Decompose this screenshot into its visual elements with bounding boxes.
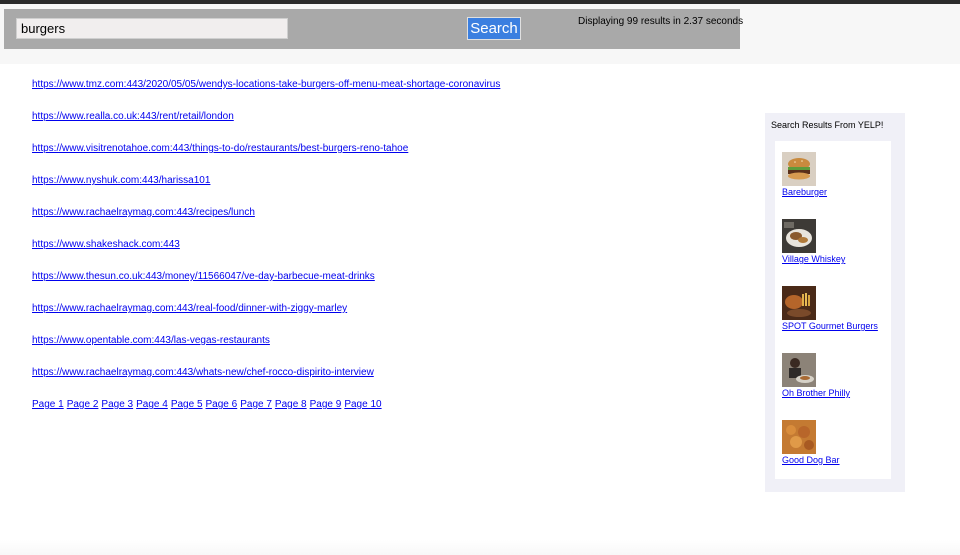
page-link-1[interactable]: Page 1 [32, 399, 64, 410]
yelp-item-link[interactable]: Good Dog Bar [782, 455, 840, 465]
yelp-item: Bareburger [782, 152, 827, 197]
fried-food-photo-icon[interactable] [782, 420, 816, 454]
result-link[interactable]: https://www.rachaelraymag.com:443/whats-… [32, 367, 374, 378]
page-link-4[interactable]: Page 4 [136, 399, 168, 410]
result-link[interactable]: https://www.opentable.com:443/las-vegas-… [32, 335, 270, 346]
result-item: https://www.rachaelraymag.com:443/recipe… [32, 202, 500, 234]
yelp-item-link[interactable]: Bareburger [782, 187, 827, 197]
pagination: Page 1 Page 2 Page 3 Page 4 Page 5 Page 6 Page… [32, 399, 385, 410]
results-info-text: Displaying 99 results in 2.37 seconds [578, 16, 744, 27]
result-link[interactable]: https://www.tmz.com:443/2020/05/05/wendy… [32, 79, 500, 90]
person-dining-photo-icon[interactable] [782, 353, 816, 387]
result-link[interactable]: https://www.nyshuk.com:443/harissa101 [32, 175, 210, 186]
result-link[interactable]: https://www.shakeshack.com:443 [32, 239, 180, 250]
page-link-8[interactable]: Page 8 [275, 399, 307, 410]
yelp-panel-title: Search Results From YELP! [771, 120, 884, 130]
page-link-9[interactable]: Page 9 [310, 399, 342, 410]
search-bar: Search Displaying 99 results in 2.37 sec… [4, 9, 744, 49]
result-link[interactable]: https://www.rachaelraymag.com:443/recipe… [32, 207, 255, 218]
page-link-5[interactable]: Page 5 [171, 399, 203, 410]
yelp-item: SPOT Gourmet Burgers [782, 286, 878, 331]
results-list: https://www.tmz.com:443/2020/05/05/wendy… [32, 74, 500, 394]
page-link-6[interactable]: Page 6 [206, 399, 238, 410]
yelp-item: Good Dog Bar [782, 420, 840, 465]
food-plate-photo-icon[interactable] [782, 219, 816, 253]
result-item: https://www.shakeshack.com:443 [32, 234, 500, 266]
page-link-2[interactable]: Page 2 [67, 399, 99, 410]
result-link[interactable]: https://www.realla.co.uk:443/rent/retail… [32, 111, 234, 122]
result-item: https://www.tmz.com:443/2020/05/05/wendy… [32, 74, 500, 106]
yelp-item-link[interactable]: Oh Brother Philly [782, 388, 850, 398]
yelp-item-link[interactable]: Village Whiskey [782, 254, 845, 264]
yelp-results-list: Bareburger Village Whiskey SPOT Gourmet [775, 141, 891, 479]
page-link-7[interactable]: Page 7 [240, 399, 272, 410]
result-item: https://www.visitrenotahoe.com:443/thing… [32, 138, 500, 170]
result-item: https://www.realla.co.uk:443/rent/retail… [32, 106, 500, 138]
yelp-item-link[interactable]: SPOT Gourmet Burgers [782, 321, 878, 331]
result-item: https://www.nyshuk.com:443/harissa101 [32, 170, 500, 202]
result-item: https://www.rachaelraymag.com:443/real-f… [32, 298, 500, 330]
result-link[interactable]: https://www.thesun.co.uk:443/money/11566… [32, 271, 375, 282]
result-item: https://www.thesun.co.uk:443/money/11566… [32, 266, 500, 298]
yelp-item: Oh Brother Philly [782, 353, 850, 398]
result-link[interactable]: https://www.rachaelraymag.com:443/real-f… [32, 303, 347, 314]
result-item: https://www.rachaelraymag.com:443/whats-… [32, 362, 500, 394]
result-item: https://www.opentable.com:443/las-vegas-… [32, 330, 500, 362]
yelp-results-panel: Search Results From YELP! Bareburger Vil… [765, 113, 905, 492]
search-input[interactable] [16, 18, 288, 39]
burger-fries-photo-icon[interactable] [782, 286, 816, 320]
result-link[interactable]: https://www.visitrenotahoe.com:443/thing… [32, 143, 408, 154]
page-link-3[interactable]: Page 3 [101, 399, 133, 410]
page-link-10[interactable]: Page 10 [344, 399, 381, 410]
search-button[interactable]: Search [467, 17, 521, 40]
yelp-item: Village Whiskey [782, 219, 845, 264]
burger-photo-icon[interactable] [782, 152, 816, 186]
bottom-edge [0, 540, 960, 555]
